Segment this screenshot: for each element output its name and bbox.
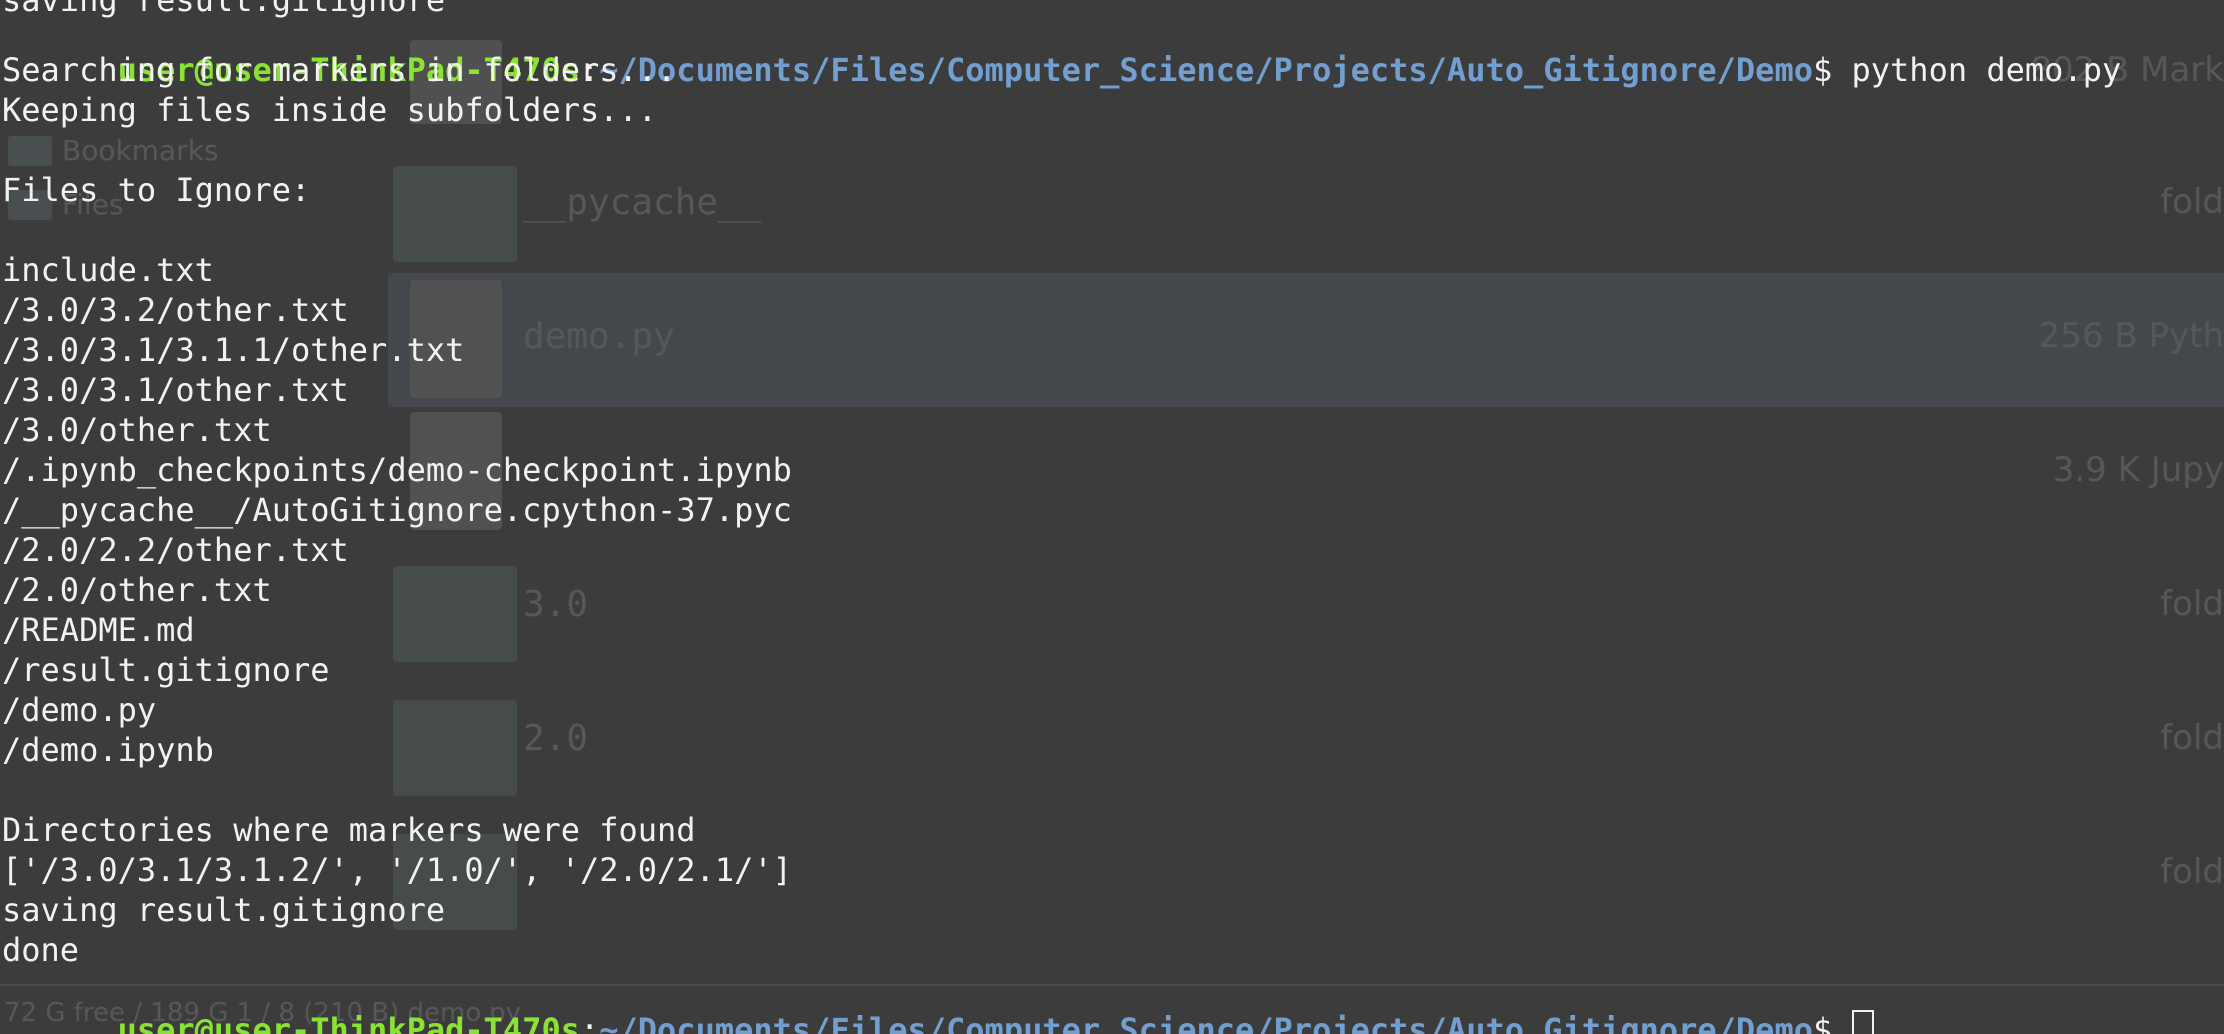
terminal-output-line: ['/3.0/3.1/3.1.2/', '/1.0/', '/2.0/2.1/'…: [2, 851, 792, 889]
prompt-colon: :: [579, 1011, 600, 1034]
terminal-output-line: /result.gitignore: [2, 651, 330, 689]
terminal-output-line: include.txt: [2, 251, 214, 289]
terminal-output-line: /demo.py: [2, 691, 157, 729]
terminal-output-line: /3.0/3.2/other.txt: [2, 291, 349, 329]
prompt-path: ~/Documents/Files/Computer_Science/Proje…: [599, 51, 1813, 89]
terminal-window[interactable]: saving result.gitignore user@user-ThinkP…: [0, 0, 2224, 1034]
terminal-output-line: Keeping files inside subfolders...: [2, 91, 658, 129]
prompt-dollar: $: [1812, 1011, 1852, 1034]
command-prompt-line[interactable]: user@user-ThinkPad-T470s:~/Documents/Fil…: [2, 970, 1874, 1034]
terminal-output-line: /2.0/other.txt: [2, 571, 272, 609]
terminal-output-line: /3.0/other.txt: [2, 411, 272, 449]
terminal-output-line: Searching for markers in folders...: [2, 51, 677, 89]
terminal-output-line: /README.md: [2, 611, 195, 649]
terminal-output-line: /demo.ipynb: [2, 731, 214, 769]
terminal-output-line: /3.0/3.1/3.1.1/other.txt: [2, 331, 465, 369]
terminal-output-line: Files to Ignore:: [2, 171, 311, 209]
terminal-output-line: done: [2, 931, 80, 969]
prompt-path: ~/Documents/Files/Computer_Science/Proje…: [599, 1011, 1813, 1034]
terminal-output-line: saving result.gitignore: [2, 891, 446, 929]
command-prompt-line: user@user-ThinkPad-T470s:~/Documents/Fil…: [2, 10, 2122, 89]
terminal-output-line: /__pycache__/AutoGitignore.cpython-37.py…: [2, 491, 792, 529]
prompt-user-host: user@user-ThinkPad-T470s: [117, 1011, 580, 1034]
terminal-output-line: Directories where markers were found: [2, 811, 696, 849]
desktop-screen: Bookmarks Files 802 B Mark __pycache__ f…: [0, 0, 2224, 1034]
terminal-output-line: /2.0/2.2/other.txt: [2, 531, 349, 569]
terminal-output-line: /.ipynb_checkpoints/demo-checkpoint.ipyn…: [2, 451, 792, 489]
text-cursor[interactable]: [1851, 1010, 1874, 1034]
prompt-dollar: $: [1812, 51, 1852, 89]
terminal-output-line: /3.0/3.1/other.txt: [2, 371, 349, 409]
entered-command: python demo.py: [1851, 51, 2122, 89]
